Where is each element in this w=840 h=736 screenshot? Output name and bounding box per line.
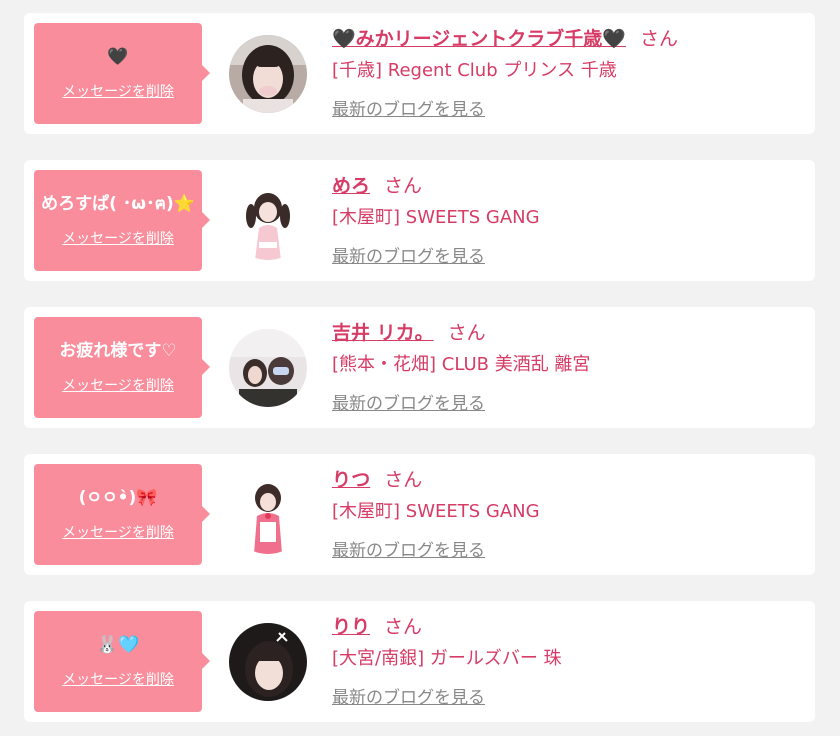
shop-name: [木屋町] SWEETS GANG bbox=[332, 207, 540, 228]
message-text: 🖤 bbox=[107, 47, 129, 67]
message-bubble: 🖤 メッセージを削除 bbox=[34, 23, 210, 124]
honorific: さん bbox=[447, 322, 486, 344]
message-bubble: 🐰🩵 メッセージを削除 bbox=[34, 611, 210, 712]
delete-message-link[interactable]: メッセージを削除 bbox=[34, 81, 202, 101]
name-line: りり さん bbox=[332, 613, 422, 641]
message-card: (ㅇㅇ•̀)🎀 メッセージを削除 りつ さん [木屋町] SWEETS GANG … bbox=[24, 454, 815, 575]
latest-blog-link[interactable]: 最新のブログを見る bbox=[332, 686, 485, 710]
avatar-photo bbox=[229, 182, 307, 260]
name-line: めろ さん bbox=[332, 172, 422, 200]
avatar-photo bbox=[229, 35, 307, 113]
message-bubble: (ㅇㅇ•̀)🎀 メッセージを削除 bbox=[34, 464, 210, 565]
honorific: さん bbox=[639, 28, 678, 50]
cast-name-link[interactable]: めろ bbox=[332, 175, 370, 197]
honorific: さん bbox=[384, 616, 423, 638]
message-card: お疲れ様です♡ メッセージを削除 吉井 リカ。 さん [熊本・花畑] CLUB 美… bbox=[24, 307, 815, 428]
cast-name-link[interactable]: 🖤みかリージェントクラブ千歳🖤 bbox=[332, 28, 626, 50]
cast-name-link[interactable]: りつ bbox=[332, 469, 370, 491]
avatar[interactable] bbox=[229, 329, 307, 407]
latest-blog-link[interactable]: 最新のブログを見る bbox=[332, 98, 485, 122]
shop-name: [熊本・花畑] CLUB 美酒乱 離宮 bbox=[332, 354, 591, 375]
name-line: りつ さん bbox=[332, 466, 422, 494]
latest-blog-link[interactable]: 最新のブログを見る bbox=[332, 392, 485, 416]
avatar[interactable] bbox=[229, 623, 307, 701]
shop-name: [大宮/南銀] ガールズバー 珠 bbox=[332, 648, 562, 669]
avatar[interactable] bbox=[229, 35, 307, 113]
delete-message-link[interactable]: メッセージを削除 bbox=[34, 669, 202, 689]
honorific: さん bbox=[384, 469, 423, 491]
delete-message-link[interactable]: メッセージを削除 bbox=[34, 522, 202, 542]
message-card: 🐰🩵 メッセージを削除 りり さん [大宮/南銀] ガールズバー 珠 最新のブログ… bbox=[24, 601, 815, 722]
message-card: 🖤 メッセージを削除 🖤みかリージェントクラブ千歳🖤 さん [千歳] Regent… bbox=[24, 13, 815, 134]
cast-name-link[interactable]: 吉井 リカ。 bbox=[332, 322, 434, 344]
name-line: 吉井 リカ。 さん bbox=[332, 319, 486, 347]
delete-message-link[interactable]: メッセージを削除 bbox=[34, 375, 202, 395]
shop-name: [千歳] Regent Club プリンス 千歳 bbox=[332, 60, 617, 81]
message-list: 🖤 メッセージを削除 🖤みかリージェントクラブ千歳🖤 さん [千歳] Regent… bbox=[0, 0, 840, 736]
message-text: お疲れ様です♡ bbox=[59, 341, 177, 361]
name-line: 🖤みかリージェントクラブ千歳🖤 さん bbox=[332, 25, 678, 53]
message-card: めろすぱ( ･ω･ฅ)⭐ メッセージを削除 めろ さん [木屋町] SWEETS … bbox=[24, 160, 815, 281]
avatar[interactable] bbox=[229, 182, 307, 260]
message-bubble: お疲れ様です♡ メッセージを削除 bbox=[34, 317, 210, 418]
avatar-photo bbox=[229, 329, 307, 407]
latest-blog-link[interactable]: 最新のブログを見る bbox=[332, 245, 485, 269]
message-bubble: めろすぱ( ･ω･ฅ)⭐ メッセージを削除 bbox=[34, 170, 210, 271]
avatar-photo bbox=[229, 476, 307, 554]
message-text: (ㅇㅇ•̀)🎀 bbox=[78, 488, 158, 508]
avatar-photo bbox=[229, 623, 307, 701]
avatar[interactable] bbox=[229, 476, 307, 554]
latest-blog-link[interactable]: 最新のブログを見る bbox=[332, 539, 485, 563]
delete-message-link[interactable]: メッセージを削除 bbox=[34, 228, 202, 248]
shop-name: [木屋町] SWEETS GANG bbox=[332, 501, 540, 522]
honorific: さん bbox=[384, 175, 423, 197]
cast-name-link[interactable]: りり bbox=[332, 616, 370, 638]
message-text: 🐰🩵 bbox=[96, 635, 140, 655]
message-text: めろすぱ( ･ω･ฅ)⭐ bbox=[41, 194, 195, 214]
